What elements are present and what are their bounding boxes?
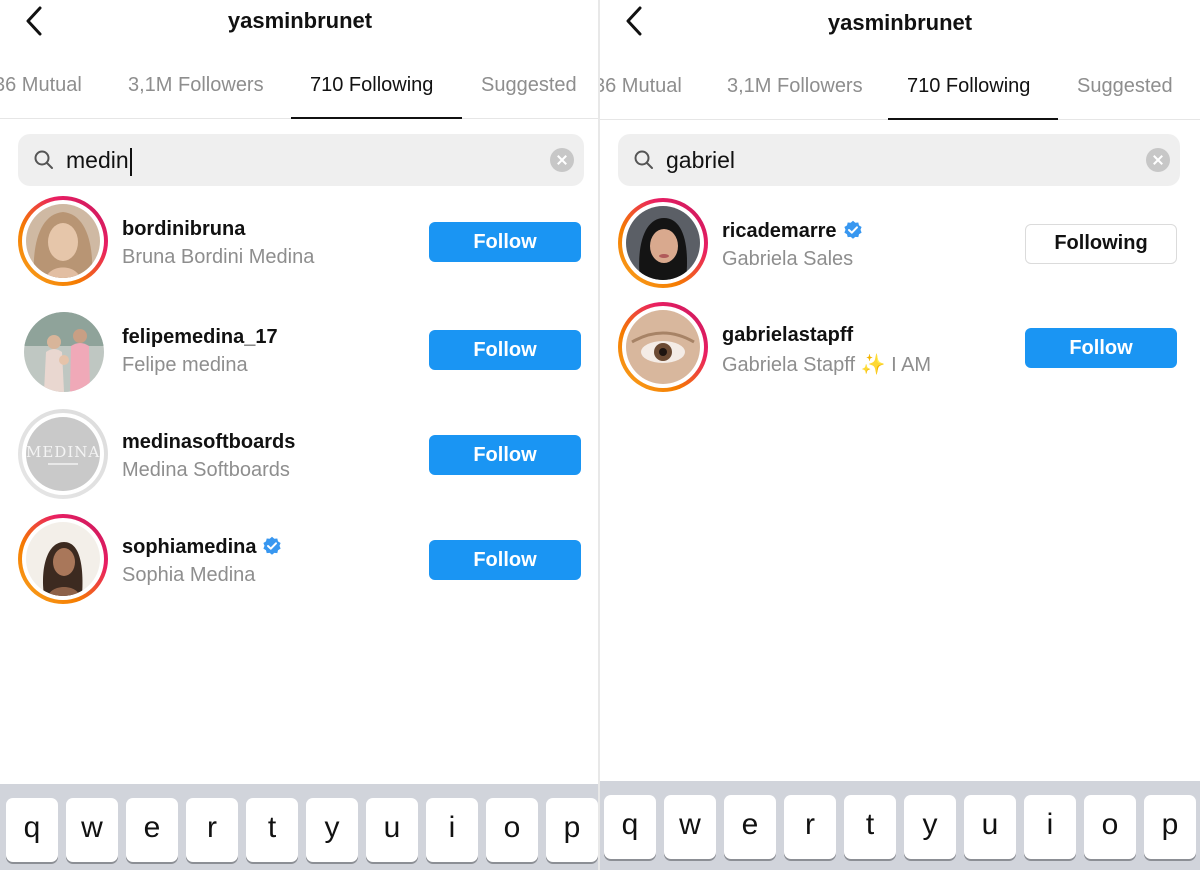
tab-following[interactable]: 710 Following [907, 57, 1030, 117]
follow-button[interactable]: Follow [429, 330, 581, 370]
profile-title: yasminbrunet [827, 10, 973, 35]
key[interactable]: t [246, 798, 298, 862]
clear-icon[interactable] [550, 148, 574, 172]
search-bar[interactable]: gabriel [618, 134, 1180, 186]
list-item[interactable]: MEDINA medinasoftboards Medina Softboard… [0, 409, 600, 509]
key[interactable]: p [546, 798, 598, 862]
avatar [26, 204, 100, 278]
key[interactable]: r [186, 798, 238, 862]
list-item[interactable]: ricademarre Gabriela Sales Following [600, 198, 1200, 298]
brand-logo: MEDINA [26, 443, 100, 461]
list-item[interactable]: sophiamedina Sophia Medina Follow [0, 514, 600, 614]
search-input[interactable]: gabriel [666, 134, 735, 186]
key[interactable]: o [486, 798, 538, 862]
username: bordinibruna [122, 218, 246, 240]
verified-badge-icon [843, 220, 863, 240]
full-name: Medina Softboards [122, 459, 290, 481]
tab-suggested[interactable]: Suggested [1077, 57, 1173, 117]
search-icon [632, 148, 656, 172]
username: sophiamedina [122, 536, 282, 559]
key[interactable]: o [1084, 795, 1136, 859]
username: medinasoftboards [122, 431, 296, 453]
logo-rule [48, 463, 78, 465]
story-ring [618, 198, 708, 288]
clear-icon[interactable] [1146, 148, 1170, 172]
list-item[interactable]: felipemedina_17 Felipe medina Follow [0, 304, 600, 404]
profile-title: yasminbrunet [227, 8, 373, 33]
list-item[interactable]: bordinibruna Bruna Bordini Medina Follow [0, 196, 600, 296]
key[interactable]: q [604, 795, 656, 859]
username: ricademarre [722, 220, 863, 243]
key[interactable]: t [844, 795, 896, 859]
search-input[interactable]: medin [66, 134, 132, 186]
tab-bar: 36 Mutual 3,1M Followers 710 Following S… [0, 56, 600, 119]
story-ring [18, 514, 108, 604]
full-name: Bruna Bordini Medina [122, 246, 315, 268]
avatar: MEDINA [26, 417, 100, 491]
story-ring: MEDINA [18, 409, 108, 499]
screenshot-comparison: yasminbrunet 36 Mutual 3,1M Followers 71… [0, 0, 1200, 870]
key[interactable]: u [366, 798, 418, 862]
avatar-frame [18, 304, 108, 394]
active-tab-indicator [291, 117, 462, 119]
tab-mutual[interactable]: 36 Mutual [0, 56, 82, 116]
avatar [626, 310, 700, 384]
verified-badge-icon [262, 536, 282, 556]
tab-followers[interactable]: 3,1M Followers [727, 57, 863, 117]
story-ring [18, 196, 108, 286]
key[interactable]: w [664, 795, 716, 859]
search-bar[interactable]: medin [18, 134, 584, 186]
key[interactable]: w [66, 798, 118, 862]
key[interactable]: y [904, 795, 956, 859]
keyboard: q w e r t y u i o p [0, 784, 600, 870]
tab-followers[interactable]: 3,1M Followers [128, 56, 264, 116]
key[interactable]: r [784, 795, 836, 859]
key[interactable]: e [126, 798, 178, 862]
avatar [26, 522, 100, 596]
full-name: Gabriela Stapff ✨ I AM [722, 354, 932, 376]
tab-following[interactable]: 710 Following [310, 56, 433, 116]
story-ring [618, 302, 708, 392]
following-button[interactable]: Following [1025, 224, 1177, 264]
search-icon [32, 148, 56, 172]
following-panel-left: yasminbrunet 36 Mutual 3,1M Followers 71… [0, 0, 600, 870]
tab-bar: 36 Mutual 3,1M Followers 710 Following S… [600, 57, 1200, 120]
tab-suggested[interactable]: Suggested [481, 56, 577, 116]
follow-button[interactable]: Follow [1025, 328, 1177, 368]
username: felipemedina_17 [122, 326, 278, 348]
avatar [24, 312, 104, 392]
text-cursor [129, 147, 132, 176]
follow-button[interactable]: Follow [429, 435, 581, 475]
follow-button[interactable]: Follow [429, 540, 581, 580]
list-item[interactable]: gabrielastapff Gabriela Stapff ✨ I AM Fo… [600, 302, 1200, 402]
key[interactable]: i [426, 798, 478, 862]
username: gabrielastapff [722, 324, 854, 346]
key[interactable]: p [1144, 795, 1196, 859]
tab-mutual[interactable]: 36 Mutual [600, 57, 682, 117]
full-name: Felipe medina [122, 354, 248, 376]
full-name: Gabriela Sales [722, 248, 854, 270]
key[interactable]: y [306, 798, 358, 862]
key[interactable]: u [964, 795, 1016, 859]
key[interactable]: i [1024, 795, 1076, 859]
keyboard: q w e r t y u i o p [600, 781, 1200, 870]
key[interactable]: q [6, 798, 58, 862]
active-tab-indicator [888, 118, 1058, 120]
full-name: Sophia Medina [122, 564, 256, 586]
follow-button[interactable]: Follow [429, 222, 581, 262]
following-panel-right: yasminbrunet 36 Mutual 3,1M Followers 71… [600, 0, 1200, 870]
avatar [626, 206, 700, 280]
key[interactable]: e [724, 795, 776, 859]
